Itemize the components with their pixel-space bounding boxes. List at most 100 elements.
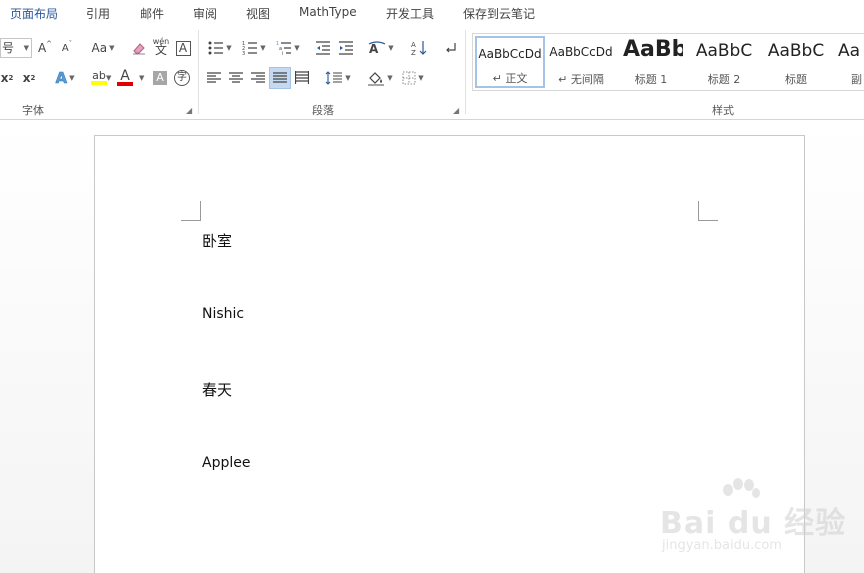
subscript-mark: 2 <box>8 74 14 82</box>
shading-button[interactable]: ▼ <box>365 68 395 88</box>
superscript-button[interactable]: x2 <box>21 68 37 88</box>
decrease-indent-button[interactable] <box>314 38 332 58</box>
chevron-down-icon: ▼ <box>260 44 266 52</box>
group-separator <box>198 30 199 114</box>
tab-mailings[interactable]: 邮件 <box>140 5 164 22</box>
svg-text:3: 3 <box>242 51 245 55</box>
align-right-icon <box>251 72 265 83</box>
justify-icon <box>273 72 287 83</box>
style-sample: AaBbCcDd <box>478 47 542 61</box>
font-size-value: 号 <box>2 41 15 55</box>
watermark-brand: Bai du 经验 <box>660 506 847 541</box>
tab-developer[interactable]: 开发工具 <box>386 5 434 22</box>
numbered-list-icon: 123 <box>242 41 258 55</box>
margin-corner-top-left <box>181 201 201 221</box>
chevron-down-icon: ▼ <box>387 74 393 82</box>
margin-corner-top-right <box>698 201 718 221</box>
character-shading-label: A <box>153 71 167 85</box>
increase-indent-button[interactable] <box>337 38 355 58</box>
line-spacing-button[interactable]: ▼ <box>323 68 353 88</box>
style-normal[interactable]: AaBbCcDd ↵ 正文 <box>475 36 545 88</box>
style-name: ↵ 无间隔 <box>558 73 604 86</box>
align-center-button[interactable] <box>227 68 245 88</box>
chevron-down-icon: ▼ <box>23 44 29 52</box>
paragraph-4[interactable]: Applee <box>202 455 250 471</box>
style-name: 标题 <box>785 73 807 86</box>
svg-text:i: i <box>282 51 283 55</box>
style-subtitle[interactable]: Aa 副 <box>833 36 864 88</box>
phonetic-guide-button[interactable]: wén 文 <box>152 36 170 56</box>
decrease-indent-icon <box>316 41 330 55</box>
grow-font-label: A <box>37 41 47 55</box>
chinese-layout-button[interactable]: A ▼ <box>367 38 395 58</box>
tab-review[interactable]: 审阅 <box>193 5 217 22</box>
watermark-url: jingyan.baidu.com <box>662 538 782 553</box>
show-hide-marks-button[interactable] <box>442 38 460 58</box>
justify-button[interactable] <box>269 67 291 89</box>
highlight-color-swatch <box>91 81 107 85</box>
subscript-button[interactable]: x2 <box>0 68 14 88</box>
paragraph-dialog-launcher-icon[interactable]: ◢ <box>453 106 459 115</box>
style-sample: Aa <box>838 41 861 61</box>
font-color-button[interactable]: A <box>116 68 134 88</box>
tab-references[interactable]: 引用 <box>86 5 110 22</box>
font-dialog-launcher-icon[interactable]: ◢ <box>186 106 192 115</box>
change-case-button[interactable]: Aa ▼ <box>88 38 118 58</box>
multilevel-list-button[interactable]: 1 a i ▼ <box>273 38 303 58</box>
enclose-characters-button[interactable]: 字 <box>173 68 191 88</box>
shrink-font-button[interactable]: Aˇ <box>59 38 75 58</box>
distributed-button[interactable] <box>293 68 311 88</box>
styles-group-label: 样式 <box>712 104 734 117</box>
style-name: ↵ 正文 <box>492 72 528 85</box>
style-title[interactable]: AaBbC 标题 <box>761 36 831 88</box>
character-border-label: A <box>175 40 191 56</box>
line-spacing-icon <box>325 71 343 85</box>
caret-down-small-icon: ˇ <box>68 40 73 48</box>
align-left-button[interactable] <box>205 68 223 88</box>
chevron-down-icon[interactable]: ▼ <box>139 74 144 82</box>
eraser-icon <box>133 43 145 55</box>
grow-font-button[interactable]: A ^ <box>37 38 53 58</box>
tab-mathtype[interactable]: MathType <box>299 5 357 19</box>
paragraph-1[interactable]: 卧室 <box>202 230 232 251</box>
chevron-down-icon[interactable]: ▼ <box>106 74 111 82</box>
group-separator <box>465 30 466 114</box>
numbering-button[interactable]: 1 2 3 ▼ <box>239 38 269 58</box>
paragraph-2[interactable]: Nishic <box>202 306 244 322</box>
borders-icon <box>402 71 416 85</box>
chevron-down-icon: ▼ <box>418 74 424 82</box>
paragraph-3[interactable]: 春天 <box>202 379 232 400</box>
chevron-down-icon: ▼ <box>388 44 394 52</box>
styles-gallery: AaBbCcDd ↵ 正文 AaBbCcDd ↵ 无间隔 AaBb 标题 1 A… <box>472 33 864 91</box>
clear-formatting-button[interactable] <box>130 38 148 58</box>
style-sample: AaBbCcDd <box>549 45 613 59</box>
distributed-icon <box>295 71 309 84</box>
font-size-select[interactable]: 号 ▼ <box>0 38 32 58</box>
tab-page-layout[interactable]: 页面布局 <box>10 5 58 22</box>
style-sample: AaBbC <box>695 41 753 61</box>
font-group-label: 字体 <box>22 104 44 117</box>
tab-save-to-cloud-notes[interactable]: 保存到云笔记 <box>463 5 535 22</box>
style-heading-2[interactable]: AaBbC 标题 2 <box>689 36 759 88</box>
borders-button[interactable]: ▼ <box>398 68 428 88</box>
svg-text:A: A <box>411 41 416 49</box>
ribbon: 号 ▼ A ^ Aˇ Aa ▼ wén 文 A x2 x2 A ▼ ab ▼ A ▼ … <box>0 26 864 120</box>
style-heading-1[interactable]: AaBb 标题 1 <box>619 36 683 88</box>
style-name: 副 <box>851 73 862 86</box>
paint-bucket-icon <box>368 72 385 86</box>
align-left-icon <box>207 72 221 83</box>
paragraph-mark-icon <box>446 43 456 53</box>
sort-button[interactable]: AZ <box>410 38 428 58</box>
tab-view[interactable]: 视图 <box>246 5 270 22</box>
align-center-icon <box>229 72 243 83</box>
style-name: 标题 2 <box>707 73 741 86</box>
style-no-spacing[interactable]: AaBbCcDd ↵ 无间隔 <box>546 36 616 88</box>
superscript-mark: 2 <box>30 74 36 82</box>
bullet-list-icon <box>208 41 224 55</box>
text-effects-button[interactable]: A ▼ <box>51 68 79 88</box>
character-shading-button[interactable]: A <box>152 68 168 88</box>
character-border-button[interactable]: A <box>174 38 192 58</box>
menu-bar: 页面布局 引用 邮件 审阅 视图 MathType 开发工具 保存到云笔记 <box>0 0 864 26</box>
align-right-button[interactable] <box>249 68 267 88</box>
bullets-button[interactable]: ▼ <box>205 38 235 58</box>
